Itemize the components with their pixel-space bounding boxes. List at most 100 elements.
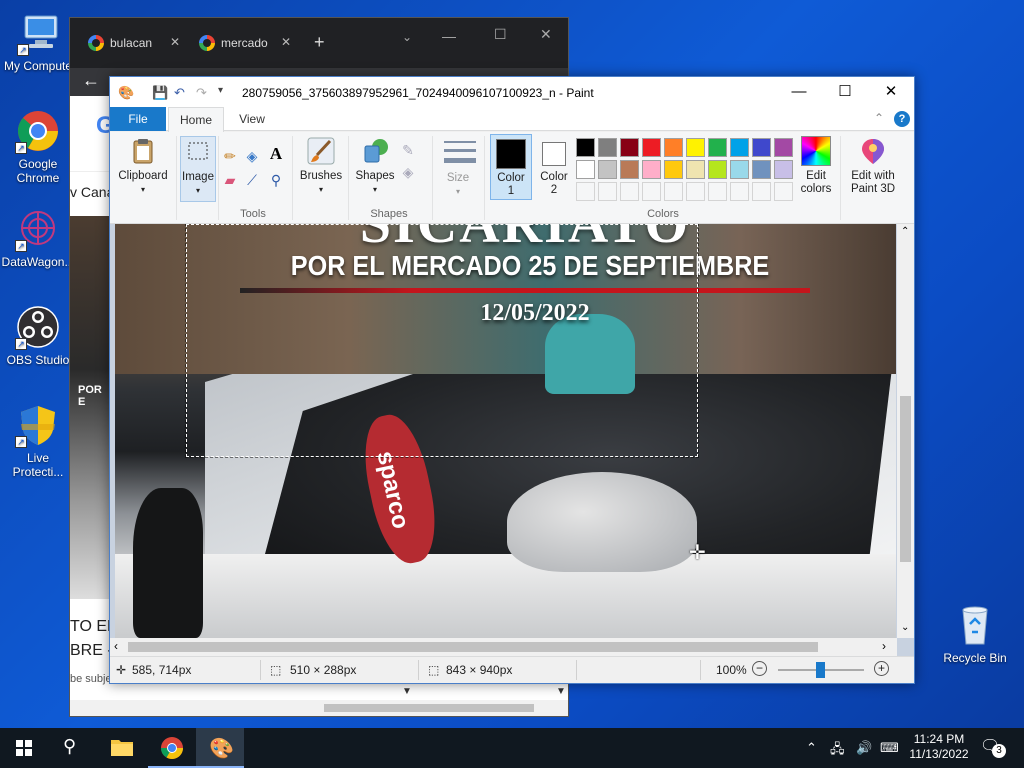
color-swatch[interactable] [664, 160, 683, 179]
color-swatch[interactable] [708, 138, 727, 157]
back-arrow-icon[interactable]: ← [82, 70, 100, 90]
paint-title-bar[interactable]: 🎨 💾 ↶ ↷ ▾ 280759056_375603897952961_7024… [110, 77, 914, 107]
tab-view[interactable]: View [228, 107, 276, 131]
eraser-icon[interactable]: ▰ [222, 172, 238, 188]
horizontal-scrollbar[interactable]: ‹ › [110, 638, 897, 656]
color2-button[interactable]: Color 2 [534, 134, 574, 200]
edit-colors-button[interactable]: Edit colors [796, 136, 836, 202]
tab-home[interactable]: Home [168, 107, 224, 132]
custom-color-swatch[interactable] [598, 182, 617, 201]
color-swatch[interactable] [752, 160, 771, 179]
color-swatch[interactable] [576, 138, 595, 157]
paint-window[interactable]: 🎨 💾 ↶ ↷ ▾ 280759056_375603897952961_7024… [109, 76, 915, 684]
fill-icon[interactable]: ◈ [244, 148, 260, 164]
image-button[interactable]: Image ▾ [180, 136, 216, 202]
collapse-ribbon-icon[interactable]: ⌃ [874, 111, 884, 125]
maximize-button[interactable]: ☐ [822, 77, 868, 107]
chrome-tab-mercado[interactable]: mercado ✕ [189, 28, 295, 58]
close-tab-icon[interactable]: ✕ [281, 35, 291, 49]
notifications-button[interactable]: 🗨 3 [980, 736, 1006, 760]
scroll-left-icon[interactable]: ‹ [114, 639, 118, 653]
vertical-scrollbar[interactable]: ⌃ ⌄ [897, 224, 914, 638]
pencil-icon[interactable]: ✏ [222, 148, 238, 164]
magnifier-icon[interactable]: ⚲ [268, 172, 284, 188]
scrollbar-thumb[interactable] [128, 642, 818, 652]
close-icon[interactable]: ✕ [540, 26, 552, 43]
paint-app-icon[interactable]: 🎨 [118, 85, 134, 101]
volume-icon[interactable]: 🔊 [856, 740, 872, 756]
scroll-right-icon[interactable]: › [882, 639, 886, 653]
close-button[interactable]: ✕ [868, 77, 914, 107]
custom-color-swatch[interactable] [642, 182, 661, 201]
text-icon[interactable]: A [268, 145, 284, 162]
custom-color-swatch[interactable] [686, 182, 705, 201]
color-swatch[interactable] [686, 160, 705, 179]
help-icon[interactable]: ? [894, 111, 910, 127]
shape-fill-icon[interactable]: ◈ [400, 164, 416, 180]
brushes-button[interactable]: Brushes ▾ [296, 136, 346, 202]
custom-color-swatch[interactable] [576, 182, 595, 201]
custom-color-swatch[interactable] [730, 182, 749, 201]
custom-color-swatch[interactable] [664, 182, 683, 201]
desktop-icon-google-chrome[interactable]: ↗ Google Chrome [0, 108, 76, 185]
minimize-icon[interactable]: — [442, 28, 456, 44]
search-button[interactable]: ⚲ [48, 728, 96, 768]
desktop-icon-datawagon[interactable]: ↗ DataWagon... [0, 206, 76, 269]
chrome-tab-bulacan[interactable]: bulacan ✕ [78, 28, 184, 58]
chrome-horizontal-scrollbar[interactable] [70, 700, 568, 716]
color-swatch[interactable] [620, 160, 639, 179]
image-canvas[interactable]: sparco SICARIATO POR EL MERCADO 25 DE SE… [115, 224, 896, 638]
desktop-icon-my-computer[interactable]: ↗ My Computer [2, 10, 78, 73]
desktop-icon-obs-studio[interactable]: ↗ OBS Studio [0, 304, 76, 367]
scroll-down-icon[interactable]: ▼ [402, 686, 412, 697]
save-icon[interactable]: 💾 [152, 85, 168, 101]
size-button[interactable]: Size ▾ [436, 138, 480, 202]
desktop-icon-live-protection[interactable]: ↗ Live Protecti... [0, 402, 76, 479]
edit-with-paint3d-button[interactable]: Edit with Paint 3D [844, 136, 902, 202]
tab-file[interactable]: File [110, 107, 166, 131]
canvas-area[interactable]: sparco SICARIATO POR EL MERCADO 25 DE SE… [110, 224, 914, 656]
color-swatch[interactable] [598, 160, 617, 179]
color-swatch[interactable] [730, 138, 749, 157]
taskbar-chrome[interactable] [148, 728, 196, 768]
show-hidden-icons[interactable]: ⌃ [806, 740, 817, 756]
zoom-in-icon[interactable]: + [874, 661, 889, 676]
selection-rectangle[interactable] [185, 224, 699, 458]
scrollbar-thumb[interactable] [324, 704, 534, 712]
custom-color-swatch[interactable] [620, 182, 639, 201]
shapes-button[interactable]: Shapes ▾ [352, 136, 398, 202]
clipboard-button[interactable]: Clipboard ▾ [114, 136, 172, 202]
scroll-down-icon[interactable]: ⌄ [901, 622, 909, 633]
color-swatch[interactable] [598, 138, 617, 157]
network-icon[interactable]: 🖧 [830, 740, 845, 762]
color-swatch[interactable] [642, 160, 661, 179]
maximize-icon[interactable]: ☐ [494, 26, 507, 43]
color-swatch[interactable] [576, 160, 595, 179]
color-swatch[interactable] [686, 138, 705, 157]
scrollbar-thumb[interactable] [900, 396, 911, 562]
new-tab-icon[interactable]: + [314, 32, 325, 53]
zoom-slider-thumb[interactable] [816, 662, 825, 678]
scroll-down-icon[interactable]: ▼ [556, 686, 566, 697]
outline-icon[interactable]: ✎ [400, 142, 416, 158]
undo-icon[interactable]: ↶ [174, 85, 185, 101]
tab-search-icon[interactable]: ⌄ [402, 30, 412, 44]
taskbar-file-explorer[interactable] [98, 728, 146, 768]
desktop-icon-recycle-bin[interactable]: Recycle Bin [937, 602, 1013, 665]
scroll-up-icon[interactable]: ⌃ [901, 226, 909, 237]
color-swatch[interactable] [774, 138, 793, 157]
zoom-out-icon[interactable]: − [752, 661, 767, 676]
color-swatch[interactable] [708, 160, 727, 179]
custom-color-swatch[interactable] [774, 182, 793, 201]
start-button[interactable] [0, 728, 48, 768]
color-swatch[interactable] [664, 138, 683, 157]
color-swatch[interactable] [774, 160, 793, 179]
keyboard-icon[interactable]: ⌨ [880, 740, 899, 756]
close-tab-icon[interactable]: ✕ [170, 35, 180, 49]
color-swatch[interactable] [642, 138, 661, 157]
custom-color-swatch[interactable] [752, 182, 771, 201]
clock[interactable]: 11:24 PM 11/13/2022 [906, 732, 972, 762]
color1-button[interactable]: Color 1 [490, 134, 532, 200]
color-swatch[interactable] [730, 160, 749, 179]
color-swatch[interactable] [752, 138, 771, 157]
